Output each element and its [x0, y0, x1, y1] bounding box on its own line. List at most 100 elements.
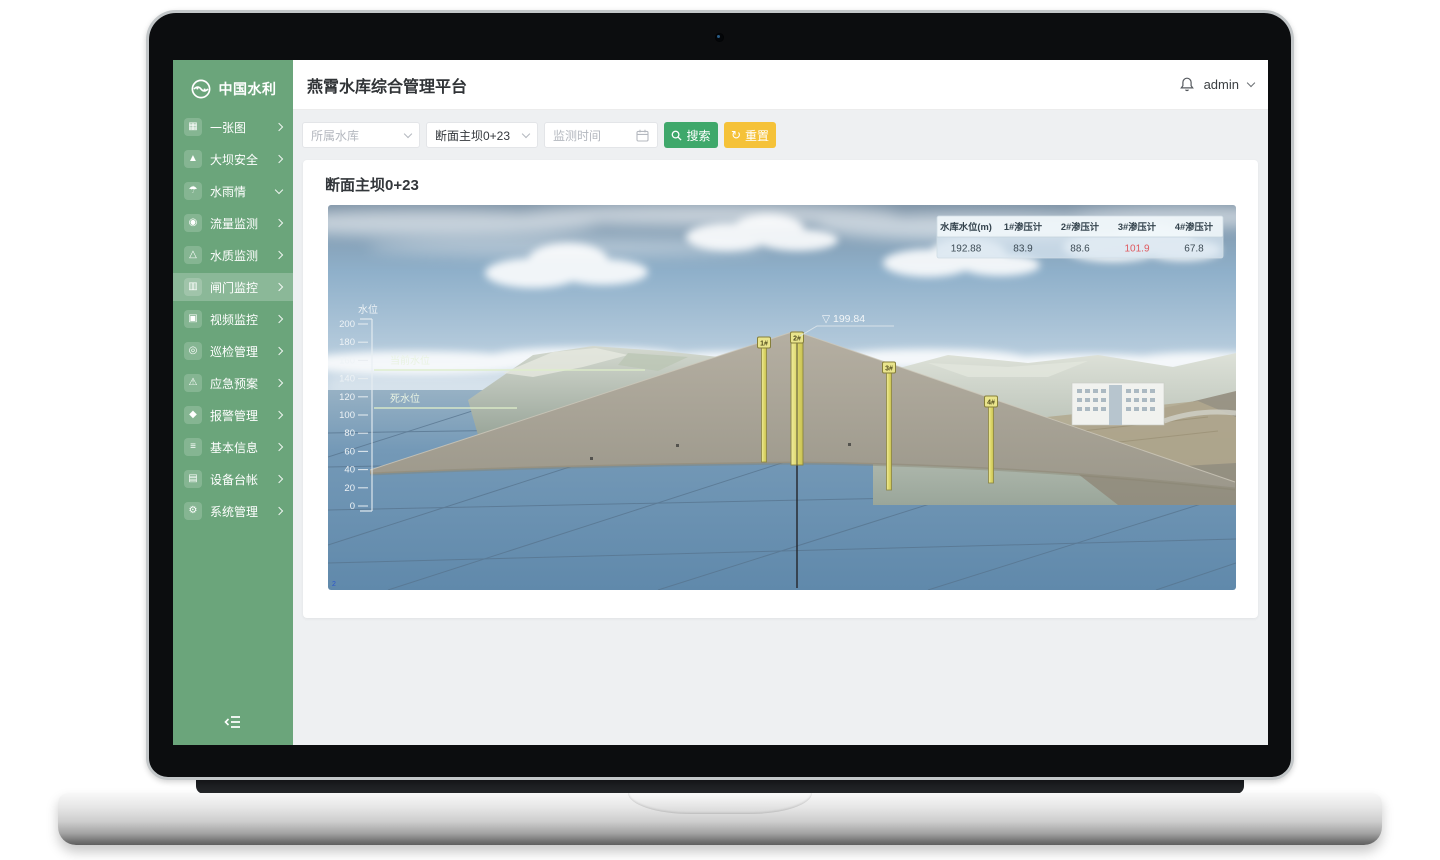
- sidebar-item-emergency-plan[interactable]: ⚠ 应急预案: [173, 369, 293, 397]
- chevron-right-icon: [275, 475, 283, 483]
- sidebar-item-water-quality[interactable]: △ 水质监测: [173, 241, 293, 269]
- sidebar-collapse-button[interactable]: [173, 714, 293, 735]
- device-ledger-icon: ▤: [184, 470, 202, 488]
- sidebar-item-gate-monitor[interactable]: ▥闸门监控: [173, 273, 293, 301]
- search-icon: [671, 130, 682, 141]
- sidebar-item-basic-info[interactable]: ≡基本信息: [173, 433, 293, 461]
- piezometer-data-table: 水库水位(m) 1#渗压计 2#渗压计 3#渗压计 4#渗压计 192.88 8…: [937, 216, 1223, 258]
- video-monitor-icon: ▣: [184, 310, 202, 328]
- china-water-logo-icon: [190, 78, 212, 100]
- search-button-label: 搜索: [686, 127, 710, 144]
- piezometer-label: 3#: [885, 366, 893, 373]
- sidebar-item-dam-safety[interactable]: ▲ 大坝安全: [173, 145, 293, 173]
- svg-text:120: 120: [339, 392, 355, 403]
- sidebar-item-label: 系统管理: [210, 503, 276, 520]
- collapse-sidebar-icon: [223, 714, 243, 730]
- sidebar-item-inspection[interactable]: ◎ 巡检管理: [173, 337, 293, 365]
- piezometer-label: 4#: [987, 400, 995, 407]
- svg-text:100: 100: [339, 410, 355, 421]
- svg-text:160: 160: [339, 355, 355, 366]
- section-panel: 断面主坝0+23: [303, 160, 1258, 618]
- laptop-hinge: [196, 778, 1244, 794]
- water-quality-icon: △: [184, 246, 202, 264]
- dead-water-level-label: 死水位: [390, 392, 420, 405]
- svg-text:180: 180: [339, 337, 355, 348]
- chevron-right-icon: [275, 123, 283, 131]
- chevron-right-icon: [275, 443, 283, 451]
- user-name[interactable]: admin: [1204, 77, 1239, 92]
- sidebar-item-label: 闸门监控: [210, 279, 276, 296]
- sidebar-item-flow-monitor[interactable]: ◉流量监测: [173, 209, 293, 237]
- reservoir-select[interactable]: 所属水库: [302, 122, 420, 148]
- svg-text:4#渗压计: 4#渗压计: [1175, 221, 1214, 232]
- axis-corner-mark: 2: [332, 581, 336, 588]
- svg-text:1#渗压计: 1#渗压计: [1004, 221, 1043, 232]
- dam-3d-viewport[interactable]: 1# 2# 3#: [328, 205, 1236, 590]
- svg-text:200: 200: [339, 319, 355, 330]
- emergency-plan-icon: ⚠: [184, 374, 202, 392]
- sidebar-item-label: 基本信息: [210, 439, 276, 456]
- app-logo[interactable]: 中国水利: [173, 78, 293, 100]
- current-water-level-label: 当前水位: [390, 354, 430, 367]
- chevron-down-icon: [275, 185, 283, 193]
- dam-safety-icon: ▲: [184, 150, 202, 168]
- chevron-right-icon: [275, 411, 283, 419]
- crest-elevation-value: ▽ 199.84: [822, 313, 865, 325]
- svg-text:192.88: 192.88: [951, 244, 982, 255]
- logo-text: 中国水利: [219, 79, 277, 99]
- reservoir-select-placeholder: 所属水库: [311, 127, 405, 144]
- search-button[interactable]: 搜索: [664, 122, 718, 148]
- section-select-value: 断面主坝0+23: [435, 127, 523, 144]
- sidebar-item-label: 应急预案: [210, 375, 276, 392]
- dam-cross-section-scene: 1# 2# 3#: [328, 205, 1236, 590]
- svg-text:40: 40: [344, 465, 355, 476]
- rain-icon: ☂: [184, 182, 202, 200]
- sidebar-item-system-manage[interactable]: ⚙ 系统管理: [173, 497, 293, 525]
- svg-text:88.6: 88.6: [1070, 244, 1090, 255]
- panel-title: 断面主坝0+23: [325, 174, 419, 195]
- sidebar-item-alarm-manage[interactable]: ◆ 报警管理: [173, 401, 293, 429]
- building: [1072, 383, 1164, 425]
- reset-button-label: 重置: [745, 127, 769, 144]
- svg-text:67.8: 67.8: [1184, 244, 1204, 255]
- piezometer-label: 1#: [760, 341, 768, 348]
- sidebar-item-label: 设备台帐: [210, 471, 276, 488]
- monitor-time-placeholder: 监测时间: [553, 127, 636, 144]
- sidebar-item-map[interactable]: ▦一张图: [173, 113, 293, 141]
- select-chevron-icon: [522, 129, 530, 137]
- top-bar: 燕霄水库综合管理平台 admin: [293, 60, 1268, 110]
- chevron-right-icon: [275, 315, 283, 323]
- flow-monitor-icon: ◉: [184, 214, 202, 232]
- chevron-right-icon: [275, 251, 283, 259]
- piezometer-2: 2#: [791, 332, 804, 465]
- piezometer-label: 2#: [793, 336, 801, 343]
- inspection-icon: ◎: [184, 342, 202, 360]
- sidebar-item-label: 大坝安全: [210, 151, 276, 168]
- sidebar-item-label: 报警管理: [210, 407, 276, 424]
- reset-icon: ↻: [731, 128, 741, 142]
- svg-text:83.9: 83.9: [1013, 244, 1033, 255]
- sidebar-item-video-monitor[interactable]: ▣视频监控: [173, 305, 293, 333]
- calendar-icon: [636, 129, 649, 142]
- sidebar-menu: ▦一张图 ▲ 大坝安全 ☂ 水雨情 ◉流量监测 △ 水质监测 ▥闸门监控 ▣视频监控 ◎ 巡检管理 ⚠ 应…: [173, 113, 293, 529]
- sidebar-item-label: 巡检管理: [210, 343, 276, 360]
- sidebar-item-label: 水质监测: [210, 247, 276, 264]
- user-menu-chevron-icon[interactable]: [1247, 79, 1255, 87]
- sidebar-item-rain[interactable]: ☂ 水雨情: [173, 177, 293, 205]
- app-screen: 中国水利 ▦一张图 ▲ 大坝安全 ☂ 水雨情 ◉流量监测 △ 水质监测 ▥闸门监控 ▣视频监控 ◎ 巡…: [173, 60, 1268, 745]
- alarm-manage-icon: ◆: [184, 406, 202, 424]
- system-manage-icon: ⚙: [184, 502, 202, 520]
- section-select[interactable]: 断面主坝0+23: [426, 122, 538, 148]
- chevron-right-icon: [275, 155, 283, 163]
- select-chevron-icon: [404, 129, 412, 137]
- sidebar-item-device-ledger[interactable]: ▤ 设备台帐: [173, 465, 293, 493]
- sidebar-item-label: 一张图: [210, 119, 276, 136]
- alert-value: 101.9: [1124, 244, 1149, 255]
- webcam-icon: [715, 33, 724, 42]
- monitor-time-input[interactable]: 监测时间: [544, 122, 658, 148]
- notification-bell-icon[interactable]: [1179, 76, 1195, 93]
- svg-text:140: 140: [339, 374, 355, 385]
- reset-button[interactable]: ↻ 重置: [724, 122, 776, 148]
- sidebar-item-label: 水雨情: [210, 183, 276, 200]
- chevron-right-icon: [275, 507, 283, 515]
